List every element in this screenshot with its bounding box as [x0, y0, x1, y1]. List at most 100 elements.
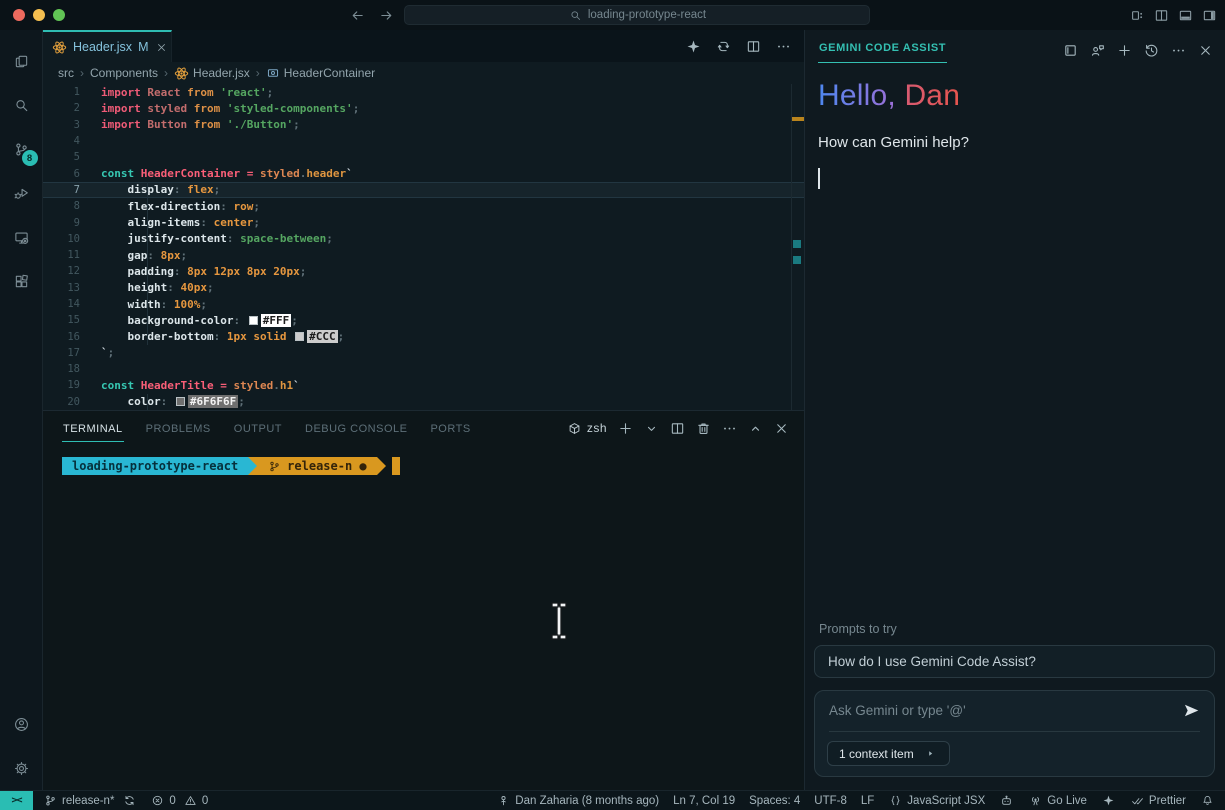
gemini-input-placeholder[interactable]: Ask Gemini or type '@': [829, 703, 966, 718]
code-line-6[interactable]: 6const HeaderContainer = styled.header`: [43, 165, 804, 181]
code-line-1[interactable]: 1import React from 'react';: [43, 84, 804, 100]
activity-item-source-control[interactable]: 8: [0, 127, 43, 171]
cursor-position-status[interactable]: Ln 7, Col 19: [673, 795, 735, 807]
maximize-window-button[interactable]: [53, 9, 65, 21]
code-line-18[interactable]: 18: [43, 361, 804, 377]
history-icon[interactable]: [1144, 43, 1159, 58]
sparkle-icon[interactable]: [1102, 794, 1114, 806]
divider: [829, 731, 1200, 732]
encoding-status[interactable]: UTF-8: [814, 795, 847, 807]
gemini-sparkle-icon[interactable]: [686, 39, 701, 54]
branch-status[interactable]: release-n*: [43, 793, 137, 808]
code-line-17[interactable]: 17`;: [43, 345, 804, 361]
trash-icon[interactable]: [696, 421, 711, 436]
code-line-12[interactable]: 12 padding: 8px 12px 8px 20px;: [43, 263, 804, 279]
command-center-search[interactable]: loading-prototype-react: [404, 5, 870, 25]
prompt-suggestion[interactable]: How do I use Gemini Code Assist?: [814, 645, 1215, 678]
panel-tab-output[interactable]: OUTPUT: [233, 414, 283, 442]
git-blame-status[interactable]: Dan Zaharia (8 months ago): [496, 793, 659, 808]
context-items-button[interactable]: 1 context item: [827, 741, 950, 766]
more-icon[interactable]: [722, 421, 737, 436]
modified-badge: M: [138, 40, 148, 54]
minimize-window-button[interactable]: [33, 9, 45, 21]
code-line-10[interactable]: 10 justify-content: space-between;: [43, 231, 804, 247]
color-swatch[interactable]: [176, 397, 185, 406]
code-line-8[interactable]: 8 flex-direction: row;: [43, 198, 804, 214]
copilot-icon[interactable]: [1001, 794, 1013, 806]
eol-status[interactable]: LF: [861, 795, 874, 807]
split-editor-icon[interactable]: [670, 421, 685, 436]
code-line-2[interactable]: 2import styled from 'styled-components';: [43, 100, 804, 116]
indentation-status[interactable]: Spaces: 4: [749, 795, 800, 807]
code-line-16[interactable]: 16 border-bottom: 1px solid #CCC;: [43, 328, 804, 344]
more-icon[interactable]: [1171, 43, 1186, 58]
color-swatch[interactable]: [295, 332, 304, 341]
breadcrumb-item[interactable]: Header.jsx: [174, 66, 250, 81]
back-icon[interactable]: [350, 8, 365, 23]
code-line-20[interactable]: 20 color: #6F6F6F;: [43, 394, 804, 410]
activity-item-files[interactable]: [0, 39, 43, 83]
terminal[interactable]: loading-prototype-reactrelease-n ●: [43, 445, 804, 790]
color-swatch[interactable]: [249, 316, 258, 325]
activity-item-search[interactable]: [0, 83, 43, 127]
split-editor-icon[interactable]: [746, 39, 761, 54]
activity-item-run-debug[interactable]: [0, 171, 43, 215]
code-line-14[interactable]: 14 width: 100%;: [43, 296, 804, 312]
send-icon[interactable]: [1183, 702, 1200, 719]
shell-label: zsh: [587, 421, 607, 435]
breadcrumb-item[interactable]: src: [58, 66, 74, 80]
panel-tab-debug-console[interactable]: DEBUG CONSOLE: [304, 414, 408, 442]
activity-item-remote-explorer[interactable]: [0, 215, 43, 259]
code-line-19[interactable]: 19const HeaderTitle = styled.h1`: [43, 377, 804, 393]
search-text: loading-prototype-react: [588, 9, 706, 21]
breadcrumb-item[interactable]: HeaderContainer: [266, 66, 375, 80]
account-icon: [14, 717, 29, 732]
panel-tab-problems[interactable]: PROBLEMS: [145, 414, 212, 442]
code-line-5[interactable]: 5: [43, 149, 804, 165]
panel-tab-ports[interactable]: PORTS: [429, 414, 471, 442]
go-live-button[interactable]: Go Live: [1028, 793, 1087, 808]
layout-bars-icon[interactable]: [1130, 8, 1145, 23]
chevron-down-icon[interactable]: [644, 421, 659, 436]
split-editor-icon[interactable]: [1154, 8, 1169, 23]
code-line-3[interactable]: 3import Button from './Button';: [43, 117, 804, 133]
open-in-editor-icon[interactable]: [1063, 43, 1078, 58]
bottom-panel: TERMINAL PROBLEMS OUTPUT DEBUG CONSOLE PORTS…: [43, 410, 804, 790]
panel-bottom-icon[interactable]: [1178, 8, 1193, 23]
search-icon: [570, 9, 582, 21]
tab-header-jsx[interactable]: Header.jsx M: [43, 30, 172, 62]
code-editor[interactable]: 1import React from 'react';2import style…: [43, 84, 804, 410]
code-line-9[interactable]: 9 align-items: center;: [43, 214, 804, 230]
terminal-shell-chip[interactable]: zsh: [567, 421, 607, 436]
breadcrumb-item[interactable]: Components: [90, 66, 158, 80]
add-icon[interactable]: [1117, 43, 1132, 58]
panel-tab-terminal[interactable]: TERMINAL: [62, 414, 124, 442]
code-line-13[interactable]: 13 height: 40px;: [43, 280, 804, 296]
close-tab-icon[interactable]: [156, 41, 168, 53]
code-line-7[interactable]: 7 display: flex;: [43, 182, 804, 198]
gemini-input-box[interactable]: Ask Gemini or type '@' 1 context item: [814, 690, 1215, 777]
breadcrumb[interactable]: src›Components›Header.jsx›HeaderContaine…: [43, 62, 804, 84]
problems-status[interactable]: 0 0: [150, 793, 208, 808]
more-icon[interactable]: [776, 39, 791, 54]
activity-item-account[interactable]: [0, 702, 43, 746]
add-icon[interactable]: [618, 421, 633, 436]
formatter-status[interactable]: Prettier: [1130, 793, 1186, 808]
language-status[interactable]: JavaScript JSX: [888, 793, 985, 808]
forward-icon[interactable]: [379, 8, 394, 23]
gemini-header: GEMINI CODE ASSIST: [805, 30, 1225, 63]
activity-item-extensions[interactable]: [0, 259, 43, 303]
code-line-4[interactable]: 4: [43, 133, 804, 149]
code-line-15[interactable]: 15 background-color: #FFF;: [43, 312, 804, 328]
close-icon[interactable]: [774, 421, 789, 436]
feedback-icon[interactable]: [1090, 43, 1105, 58]
chevron-up-icon[interactable]: [748, 421, 763, 436]
sidebar-right-icon[interactable]: [1202, 8, 1217, 23]
close-icon[interactable]: [1198, 43, 1213, 58]
close-window-button[interactable]: [13, 9, 25, 21]
remote-indicator[interactable]: ><: [0, 791, 33, 810]
code-line-11[interactable]: 11 gap: 8px;: [43, 247, 804, 263]
notifications-bell-icon[interactable]: [1201, 794, 1213, 806]
open-changes-icon[interactable]: [716, 39, 731, 54]
activity-item-settings[interactable]: [0, 746, 43, 790]
